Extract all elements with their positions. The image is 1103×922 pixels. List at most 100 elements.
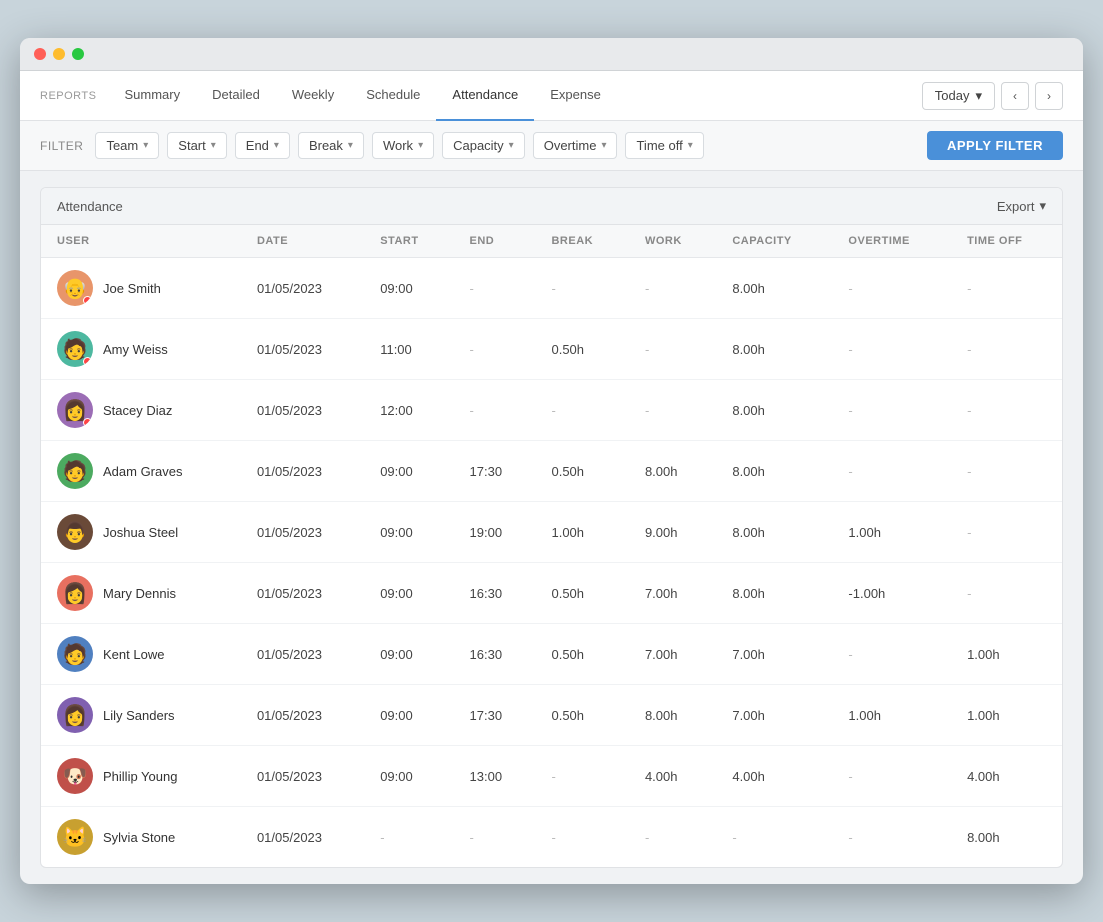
empty-value: - — [470, 830, 474, 845]
col-start: START — [364, 225, 453, 258]
empty-value: - — [732, 830, 736, 845]
user-name: Lily Sanders — [103, 708, 175, 723]
cell-timeoff: - — [951, 441, 1062, 502]
close-dot[interactable] — [34, 48, 46, 60]
empty-value: - — [645, 281, 649, 296]
tab-schedule[interactable]: Schedule — [350, 71, 436, 121]
maximize-dot[interactable] — [72, 48, 84, 60]
cell-break: - — [535, 807, 628, 868]
status-dot — [83, 418, 92, 427]
user-cell: 🧑Adam Graves — [41, 441, 241, 502]
empty-value: - — [967, 464, 971, 479]
cell-work: 4.00h — [629, 746, 716, 807]
cell-date: 01/05/2023 — [241, 441, 364, 502]
cell-end: 13:00 — [454, 746, 536, 807]
cell-work: 7.00h — [629, 563, 716, 624]
user-name: Stacey Diaz — [103, 403, 172, 418]
cell-start: 09:00 — [364, 563, 453, 624]
cell-overtime: 1.00h — [832, 502, 951, 563]
avatar: 🐱 — [57, 819, 93, 855]
cell-date: 01/05/2023 — [241, 807, 364, 868]
cell-work: 8.00h — [629, 441, 716, 502]
cell-work: - — [629, 319, 716, 380]
cell-work: - — [629, 807, 716, 868]
cell-date: 01/05/2023 — [241, 685, 364, 746]
cell-capacity: 8.00h — [716, 258, 832, 319]
col-user: USER — [41, 225, 241, 258]
end-filter[interactable]: End ▾ — [235, 132, 290, 159]
tab-detailed[interactable]: Detailed — [196, 71, 276, 121]
break-filter[interactable]: Break ▾ — [298, 132, 364, 159]
empty-value: - — [967, 342, 971, 357]
status-dot — [83, 296, 92, 305]
cell-start: 11:00 — [364, 319, 453, 380]
cell-date: 01/05/2023 — [241, 563, 364, 624]
avatar: 🧑 — [57, 636, 93, 672]
titlebar — [20, 38, 1083, 71]
nav-next-button[interactable]: › — [1035, 82, 1063, 110]
apply-filter-button[interactable]: APPLY FILTER — [927, 131, 1063, 160]
cell-capacity: 8.00h — [716, 441, 832, 502]
cell-work: 7.00h — [629, 624, 716, 685]
tab-weekly[interactable]: Weekly — [276, 71, 350, 121]
cell-timeoff: 8.00h — [951, 807, 1062, 868]
col-break: BREAK — [535, 225, 628, 258]
table-header-bar: Attendance Export ▾ — [41, 188, 1062, 225]
cell-break: - — [535, 746, 628, 807]
cell-end: - — [454, 380, 536, 441]
team-filter[interactable]: Team ▾ — [95, 132, 159, 159]
cell-end: - — [454, 807, 536, 868]
cell-overtime: - — [832, 258, 951, 319]
table-section-title: Attendance — [57, 199, 123, 214]
tab-attendance[interactable]: Attendance — [436, 71, 534, 121]
minimize-dot[interactable] — [53, 48, 65, 60]
empty-value: - — [848, 647, 852, 662]
cell-start: - — [364, 807, 453, 868]
timeoff-filter[interactable]: Time off ▾ — [625, 132, 703, 159]
cell-date: 01/05/2023 — [241, 319, 364, 380]
empty-value: - — [848, 281, 852, 296]
cell-break: 0.50h — [535, 563, 628, 624]
overtime-filter[interactable]: Overtime ▾ — [533, 132, 618, 159]
tab-summary[interactable]: Summary — [108, 71, 196, 121]
cell-work: - — [629, 380, 716, 441]
tab-expense[interactable]: Expense — [534, 71, 617, 121]
empty-value: - — [470, 281, 474, 296]
start-filter[interactable]: Start ▾ — [167, 132, 227, 159]
empty-value: - — [967, 281, 971, 296]
avatar: 👩 — [57, 697, 93, 733]
status-dot — [83, 357, 92, 366]
empty-value: - — [551, 281, 555, 296]
empty-value: - — [380, 830, 384, 845]
cell-overtime: - — [832, 807, 951, 868]
cell-timeoff: - — [951, 319, 1062, 380]
nav-prev-button[interactable]: ‹ — [1001, 82, 1029, 110]
empty-value: - — [470, 403, 474, 418]
avatar: 🐶 — [57, 758, 93, 794]
empty-value: - — [967, 586, 971, 601]
user-cell: 👴Joe Smith — [41, 258, 241, 319]
cell-capacity: 8.00h — [716, 319, 832, 380]
reports-label: REPORTS — [40, 90, 96, 102]
today-button[interactable]: Today ▾ — [922, 82, 995, 110]
filter-label: FILTER — [40, 139, 83, 153]
col-end: END — [454, 225, 536, 258]
cell-break: 0.50h — [535, 441, 628, 502]
cell-start: 09:00 — [364, 685, 453, 746]
user-name: Mary Dennis — [103, 586, 176, 601]
col-work: WORK — [629, 225, 716, 258]
table-row: 👩Lily Sanders01/05/202309:0017:300.50h8.… — [41, 685, 1062, 746]
cell-work: 8.00h — [629, 685, 716, 746]
cell-break: 0.50h — [535, 685, 628, 746]
export-button[interactable]: Export ▾ — [997, 198, 1046, 214]
empty-value: - — [551, 403, 555, 418]
col-capacity: CAPACITY — [716, 225, 832, 258]
filter-bar: FILTER Team ▾ Start ▾ End ▾ Break ▾ Work… — [20, 121, 1083, 171]
table-row: 🐶Phillip Young01/05/202309:0013:00-4.00h… — [41, 746, 1062, 807]
user-name: Adam Graves — [103, 464, 182, 479]
cell-capacity: 7.00h — [716, 624, 832, 685]
work-filter[interactable]: Work ▾ — [372, 132, 434, 159]
empty-value: - — [551, 769, 555, 784]
cell-timeoff: - — [951, 380, 1062, 441]
capacity-filter[interactable]: Capacity ▾ — [442, 132, 525, 159]
